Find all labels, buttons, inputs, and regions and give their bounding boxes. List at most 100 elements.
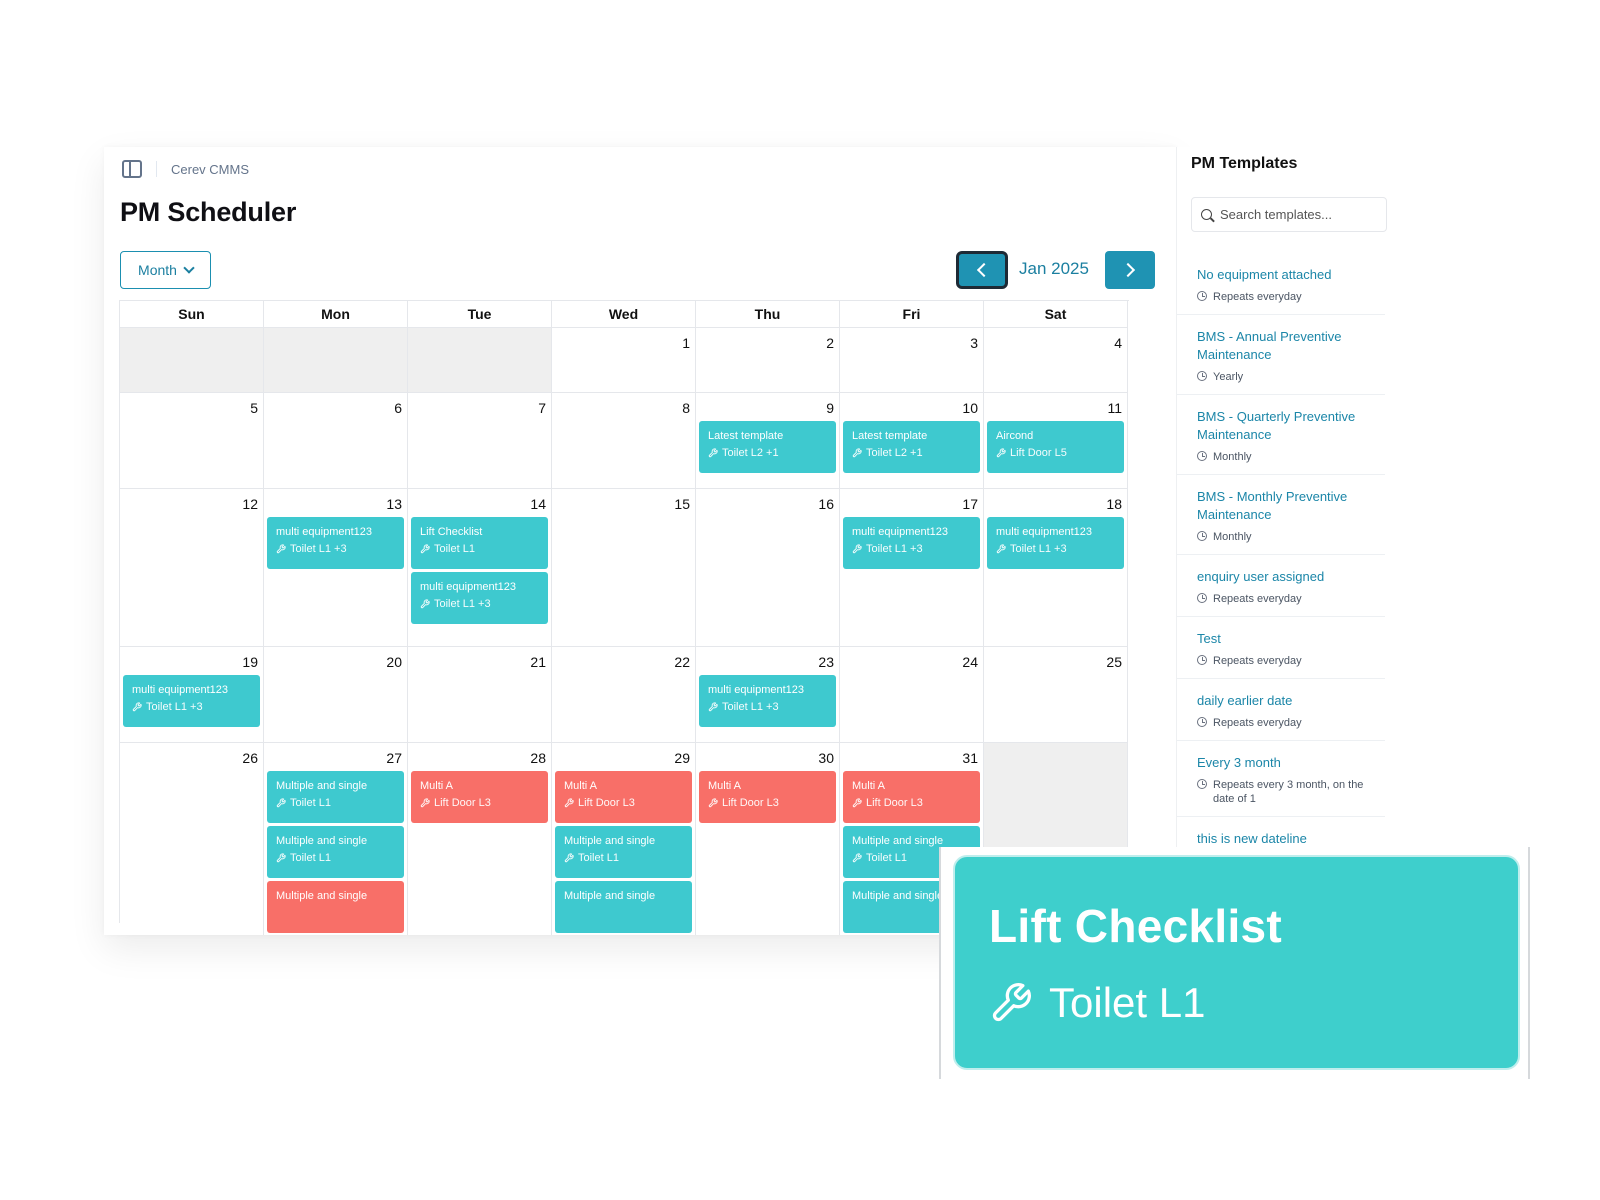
day-cell[interactable]: 22	[552, 647, 696, 743]
day-number: 18	[1106, 496, 1122, 512]
event-equipment: Lift Door L3	[564, 797, 692, 809]
previous-month-button[interactable]	[956, 251, 1008, 289]
day-number: 13	[386, 496, 402, 512]
template-name[interactable]: BMS - Quarterly Preventive Maintenance	[1197, 408, 1377, 444]
pm-event[interactable]: Multiple and single Toilet L1	[267, 826, 404, 878]
day-cell[interactable]: 15	[552, 489, 696, 647]
template-name[interactable]: No equipment attached	[1197, 266, 1377, 284]
event-equipment-label: Toilet L1 +3	[1010, 543, 1067, 555]
day-cell[interactable]: 4	[984, 328, 1128, 393]
template-frequency: Repeats everyday	[1213, 291, 1302, 303]
day-cell[interactable]: 10 Latest template Toilet L2 +1	[840, 393, 984, 489]
pm-event[interactable]: multi equipment123 Toilet L1 +3	[411, 572, 548, 624]
pm-event[interactable]: Multi A Lift Door L3	[699, 771, 836, 823]
day-cell[interactable]: 19 multi equipment123 Toilet L1 +3	[120, 647, 264, 743]
day-cell[interactable]: 29 Multi A Lift Door L3 Multiple and single…	[552, 743, 696, 935]
search-input[interactable]	[1220, 207, 1370, 222]
zoom-callout-event[interactable]: Lift Checklist Toilet L1	[953, 855, 1520, 1070]
day-cell[interactable]: 5	[120, 393, 264, 489]
wrench-icon	[852, 448, 862, 458]
template-name[interactable]: BMS - Monthly Preventive Maintenance	[1197, 488, 1377, 524]
day-cell[interactable]: 28 Multi A Lift Door L3	[408, 743, 552, 935]
template-item[interactable]: daily earlier date Repeats everyday	[1177, 679, 1385, 741]
day-cell[interactable]: 3	[840, 328, 984, 393]
template-item[interactable]: this is new dateline	[1177, 817, 1385, 847]
day-cell[interactable]: 13 multi equipment123 Toilet L1 +3	[264, 489, 408, 647]
day-cell[interactable]: 26	[120, 743, 264, 935]
template-item[interactable]: No equipment attached Repeats everyday	[1177, 253, 1385, 315]
day-cell[interactable]: 14 Lift Checklist Toilet L1 multi equipment…	[408, 489, 552, 647]
pm-event[interactable]: Multiple and single	[555, 881, 692, 933]
template-item[interactable]: enquiry user assigned Repeats everyday	[1177, 555, 1385, 617]
wrench-icon	[992, 983, 1031, 1022]
day-cell[interactable]: 30 Multi A Lift Door L3	[696, 743, 840, 935]
sidebar-toggle-icon[interactable]	[122, 160, 142, 178]
day-cell[interactable]: 20	[264, 647, 408, 743]
template-name[interactable]: BMS - Annual Preventive Maintenance	[1197, 328, 1377, 364]
pm-event[interactable]: Aircond Lift Door L5	[987, 421, 1124, 473]
template-name[interactable]: Test	[1197, 630, 1377, 648]
day-number: 25	[1106, 654, 1122, 670]
day-cell[interactable]: 24	[840, 647, 984, 743]
next-month-button[interactable]	[1105, 251, 1155, 289]
day-cell[interactable]: 25	[984, 647, 1128, 743]
day-cell[interactable]: 16	[696, 489, 840, 647]
day-cell[interactable]: 11 Aircond Lift Door L5	[984, 393, 1128, 489]
template-search[interactable]	[1191, 197, 1387, 232]
current-period: Jan 2025	[1019, 259, 1089, 278]
event-equipment-label: Toilet L1	[290, 852, 331, 864]
pm-event[interactable]: multi equipment123 Toilet L1 +3	[267, 517, 404, 569]
template-item[interactable]: Test Repeats everyday	[1177, 617, 1385, 679]
pm-event[interactable]: Multi A Lift Door L3	[843, 771, 980, 823]
wrench-icon	[132, 702, 142, 712]
template-item[interactable]: Every 3 month Repeats every 3 month, on t…	[1177, 741, 1385, 817]
event-equipment: Toilet L1	[420, 543, 548, 555]
day-cell[interactable]: 12	[120, 489, 264, 647]
day-cell[interactable]: 18 multi equipment123 Toilet L1 +3	[984, 489, 1128, 647]
view-select-button[interactable]: Month	[120, 251, 211, 289]
event-title: Multiple and single	[276, 780, 368, 792]
breadcrumb[interactable]: Cerev CMMS	[171, 162, 249, 177]
pm-event[interactable]: multi equipment123 Toilet L1 +3	[699, 675, 836, 727]
day-cell[interactable]	[120, 328, 264, 393]
pm-event[interactable]: Multiple and single	[267, 881, 404, 933]
event-equipment: Lift Door L3	[420, 797, 548, 809]
calendar-week: 19 multi equipment123 Toilet L1 +3 20 21 22 23…	[119, 647, 1129, 743]
event-title: Multi A	[708, 780, 742, 792]
day-cell[interactable]: 1	[552, 328, 696, 393]
day-cell[interactable]: 6	[264, 393, 408, 489]
template-name[interactable]: this is new dateline	[1197, 830, 1377, 847]
day-cell[interactable]: 21	[408, 647, 552, 743]
pm-event[interactable]: multi equipment123 Toilet L1 +3	[987, 517, 1124, 569]
template-item[interactable]: BMS - Monthly Preventive Maintenance Mont…	[1177, 475, 1385, 555]
pm-event[interactable]: Lift Checklist Toilet L1	[411, 517, 548, 569]
clock-icon	[1197, 655, 1207, 665]
template-name[interactable]: enquiry user assigned	[1197, 568, 1377, 586]
pm-event[interactable]: multi equipment123 Toilet L1 +3	[123, 675, 260, 727]
pm-event[interactable]: Multi A Lift Door L3	[555, 771, 692, 823]
day-cell[interactable]	[264, 328, 408, 393]
day-cell[interactable]: 17 multi equipment123 Toilet L1 +3	[840, 489, 984, 647]
pm-event[interactable]: Multiple and single Toilet L1	[267, 771, 404, 823]
day-cell[interactable]: 8	[552, 393, 696, 489]
day-cell[interactable]: 9 Latest template Toilet L2 +1	[696, 393, 840, 489]
event-equipment-label: Toilet L1	[434, 543, 475, 555]
pm-event[interactable]: Latest template Toilet L2 +1	[699, 421, 836, 473]
pm-event[interactable]: Multi A Lift Door L3	[411, 771, 548, 823]
template-name[interactable]: daily earlier date	[1197, 692, 1377, 710]
wrench-icon	[852, 544, 862, 554]
day-cell[interactable]	[408, 328, 552, 393]
pm-event[interactable]: multi equipment123 Toilet L1 +3	[843, 517, 980, 569]
event-equipment-label: Toilet L1	[866, 852, 907, 864]
day-number: 6	[394, 400, 402, 416]
day-cell[interactable]: 2	[696, 328, 840, 393]
day-cell[interactable]: 27 Multiple and single Toilet L1 Multiple a…	[264, 743, 408, 935]
template-item[interactable]: BMS - Quarterly Preventive Maintenance Mo…	[1177, 395, 1385, 475]
template-item[interactable]: BMS - Annual Preventive Maintenance Yearl…	[1177, 315, 1385, 395]
day-number: 4	[1114, 335, 1122, 351]
pm-event[interactable]: Latest template Toilet L2 +1	[843, 421, 980, 473]
day-cell[interactable]: 23 multi equipment123 Toilet L1 +3	[696, 647, 840, 743]
pm-event[interactable]: Multiple and single Toilet L1	[555, 826, 692, 878]
day-cell[interactable]: 7	[408, 393, 552, 489]
template-name[interactable]: Every 3 month	[1197, 754, 1377, 772]
